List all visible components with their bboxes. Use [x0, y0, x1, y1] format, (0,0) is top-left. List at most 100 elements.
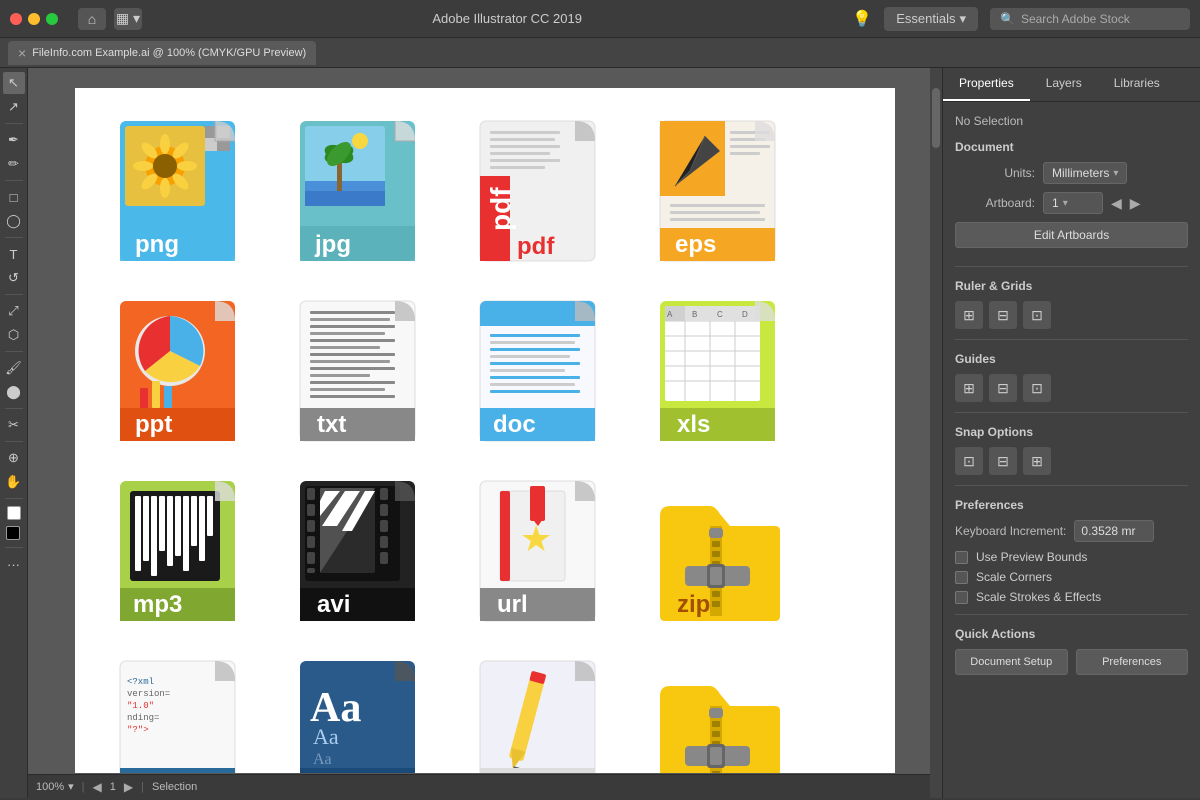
- separator: |: [82, 781, 85, 793]
- stroke-color[interactable]: [6, 526, 20, 540]
- pdf-icon: pdf pdf: [475, 116, 615, 271]
- xls-icon: A B C D xls: [655, 296, 795, 451]
- divider: [955, 614, 1188, 615]
- close-button[interactable]: [10, 13, 22, 25]
- pencil-tool[interactable]: ✏: [3, 153, 25, 175]
- list-item: eps: [645, 108, 805, 278]
- prev-artboard-button[interactable]: ◀: [93, 780, 102, 794]
- rectangle-tool[interactable]: □: [3, 186, 25, 208]
- separator: |: [141, 781, 144, 793]
- fill-color[interactable]: [7, 506, 21, 520]
- pen-tool[interactable]: ✒: [3, 129, 25, 151]
- scale-strokes-checkbox[interactable]: [955, 591, 968, 604]
- file-icons-grid: png: [75, 88, 895, 773]
- toolbar-separator: [5, 180, 23, 181]
- scale-corners-checkbox[interactable]: [955, 571, 968, 584]
- document-tab[interactable]: × FileInfo.com Example.ai @ 100% (CMYK/G…: [8, 41, 316, 65]
- hand-tool[interactable]: ✋: [3, 471, 25, 493]
- ppt-icon: ppt: [115, 296, 255, 451]
- guides-show-icon[interactable]: ⊞: [955, 374, 983, 402]
- list-item: pdf pdf: [465, 108, 625, 278]
- zoom-controls[interactable]: 100% ▾: [36, 780, 74, 793]
- home-icon[interactable]: ⌂: [78, 8, 106, 30]
- chevron-down-icon: ▾: [1113, 168, 1118, 179]
- canvas-scrollbar[interactable]: [930, 68, 942, 798]
- url-icon: ★ url: [475, 476, 615, 631]
- svg-text:zip: zip: [677, 771, 710, 774]
- preferences-button[interactable]: Preferences: [1076, 649, 1189, 675]
- list-item: png: [105, 108, 265, 278]
- svg-text:B: B: [692, 310, 697, 319]
- list-item: jpg: [285, 108, 445, 278]
- tab-properties[interactable]: Properties: [943, 68, 1030, 101]
- main-layout: ↖ ↗ ✒ ✏ □ ◯ T ↺ ⤢ ⬡ 🖌 ⬤ ✂ ⊕ ✋ ···: [0, 68, 1200, 798]
- units-select[interactable]: Millimeters ▾: [1043, 162, 1127, 184]
- tab-libraries[interactable]: Libraries: [1098, 68, 1176, 101]
- tab-layers[interactable]: Layers: [1030, 68, 1098, 101]
- minimize-button[interactable]: [28, 13, 40, 25]
- pixel-grid-icon[interactable]: ⊡: [1023, 301, 1051, 329]
- prev-artboard-icon[interactable]: ◀: [1111, 195, 1122, 212]
- more-tools[interactable]: ···: [3, 553, 25, 575]
- scale-tool[interactable]: ⤢: [3, 300, 25, 322]
- snap-icon-1[interactable]: ⊡: [955, 447, 983, 475]
- units-value: Millimeters: [1052, 166, 1109, 180]
- blob-brush-tool[interactable]: ⬤: [3, 381, 25, 403]
- essentials-label: Essentials: [896, 11, 955, 26]
- zoom-dropdown-icon[interactable]: ▾: [68, 780, 74, 793]
- svg-text:png: png: [135, 231, 179, 258]
- list-item: <?xml version= "1.0" nding= "?"> xml: [105, 648, 265, 773]
- svg-text:zip: zip: [677, 591, 710, 618]
- guides-lock-icon[interactable]: ⊟: [989, 374, 1017, 402]
- rotate-tool[interactable]: ↺: [3, 267, 25, 289]
- paintbrush-tool[interactable]: 🖌: [3, 357, 25, 379]
- select-tool[interactable]: ↖: [3, 72, 25, 94]
- use-preview-bounds-row: Use Preview Bounds: [955, 550, 1188, 564]
- scissors-tool[interactable]: ✂: [3, 414, 25, 436]
- right-panel: Properties Layers Libraries No Selection…: [942, 68, 1200, 798]
- svg-text:nding=: nding=: [127, 713, 159, 723]
- svg-text:Aa: Aa: [313, 724, 339, 749]
- svg-text:xls: xls: [677, 411, 710, 438]
- snap-icon-3[interactable]: ⊞: [1023, 447, 1051, 475]
- snap-icon-2[interactable]: ⊟: [989, 447, 1017, 475]
- artboard-select[interactable]: 1 ▾: [1043, 192, 1103, 214]
- ruler-icon[interactable]: ⊞: [955, 301, 983, 329]
- use-preview-bounds-checkbox[interactable]: [955, 551, 968, 564]
- divider: [955, 485, 1188, 486]
- svg-text:★: ★: [520, 518, 552, 559]
- guides-clear-icon[interactable]: ⊡: [1023, 374, 1051, 402]
- panel-content: No Selection Document Units: Millimeters…: [943, 102, 1200, 798]
- svg-text:url: url: [497, 591, 528, 618]
- zoom-tool[interactable]: ⊕: [3, 447, 25, 469]
- left-toolbar: ↖ ↗ ✒ ✏ □ ◯ T ↺ ⤢ ⬡ 🖌 ⬤ ✂ ⊕ ✋ ···: [0, 68, 28, 798]
- search-icon: 🔍: [1000, 12, 1015, 26]
- keyboard-increment-input[interactable]: 0.3528 mr: [1074, 520, 1154, 542]
- ruler-grids-header: Ruler & Grids: [955, 279, 1188, 293]
- units-label: Units:: [955, 166, 1035, 180]
- next-artboard-icon[interactable]: ▶: [1130, 195, 1141, 212]
- grid-icon[interactable]: ⊟: [989, 301, 1017, 329]
- scroll-thumb[interactable]: [932, 88, 940, 148]
- document-setup-button[interactable]: Document Setup: [955, 649, 1068, 675]
- reflect-tool[interactable]: ⬡: [3, 324, 25, 346]
- guides-icons: ⊞ ⊟ ⊡: [955, 374, 1188, 402]
- scale-corners-label: Scale Corners: [976, 570, 1052, 584]
- toolbar-separator: [5, 294, 23, 295]
- svg-text:mp3: mp3: [133, 591, 182, 618]
- canvas-area[interactable]: png: [28, 68, 942, 798]
- direct-select-tool[interactable]: ↗: [3, 96, 25, 118]
- divider: [955, 266, 1188, 267]
- svg-text:"?">: "?">: [127, 725, 149, 735]
- tab-close-icon[interactable]: ×: [18, 45, 26, 61]
- search-stock-input[interactable]: 🔍 Search Adobe Stock: [990, 8, 1190, 30]
- edit-artboards-button[interactable]: Edit Artboards: [955, 222, 1188, 248]
- type-tool[interactable]: T: [3, 243, 25, 265]
- svg-text:Aa: Aa: [313, 751, 332, 768]
- essentials-button[interactable]: Essentials ▾: [884, 7, 978, 31]
- workspace-icon[interactable]: ▦ ▾: [114, 8, 142, 30]
- ruler-grids-icons: ⊞ ⊟ ⊡: [955, 301, 1188, 329]
- next-artboard-button[interactable]: ▶: [124, 780, 133, 794]
- fullscreen-button[interactable]: [46, 13, 58, 25]
- ellipse-tool[interactable]: ◯: [3, 210, 25, 232]
